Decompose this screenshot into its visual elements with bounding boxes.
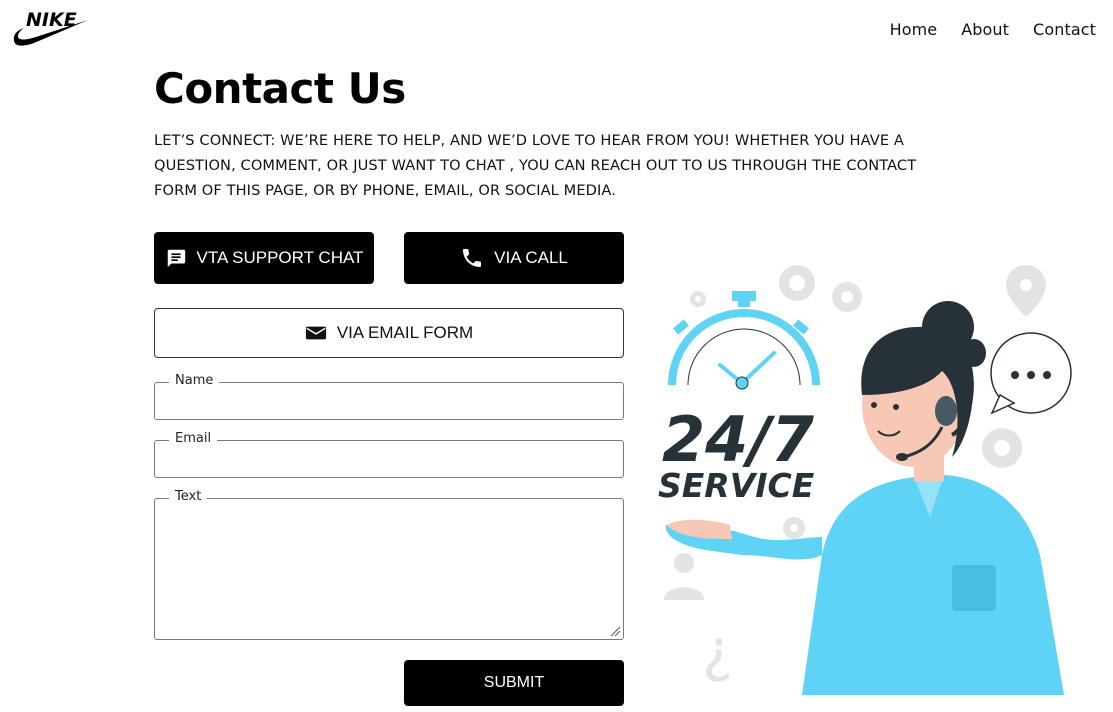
name-label: Name <box>169 373 220 388</box>
nike-logo[interactable]: NIKE <box>12 4 90 48</box>
nav-contact-link[interactable]: Contact <box>1033 20 1096 39</box>
submit-button[interactable]: SUBMIT <box>404 660 624 706</box>
intro-line: QUESTION, COMMENT, OR JUST WANT TO CHAT … <box>154 157 917 174</box>
intro-line: LET’S CONNECT: WE’RE HERE TO HELP, AND W… <box>154 132 904 149</box>
page-title: Contact Us <box>154 64 406 113</box>
email-label: Email <box>169 431 218 446</box>
phone-icon <box>463 249 482 267</box>
submit-label: SUBMIT <box>483 674 545 691</box>
gear-icon <box>783 517 805 539</box>
nav-about-link[interactable]: About <box>961 20 1009 39</box>
customer-service-illustration: 24/7 SERVICE ¿ <box>658 265 1072 695</box>
nav-home-link[interactable]: Home <box>890 20 938 39</box>
service-label-text: SERVICE <box>658 466 815 505</box>
resize-grip-icon[interactable] <box>609 625 621 637</box>
intro-text: LET’S CONNECT: WE’RE HERE TO HELP, AND W… <box>154 128 954 203</box>
stopwatch-icon <box>668 291 820 390</box>
mail-icon <box>305 326 326 340</box>
name-field: Name <box>154 373 624 420</box>
speech-bubble-icon <box>990 332 1072 415</box>
email-input[interactable] <box>155 441 623 477</box>
email-form-button[interactable]: VIA EMAIL FORM <box>154 308 624 358</box>
support-chat-button[interactable]: VTA SUPPORT CHAT <box>154 232 374 284</box>
message-icon <box>167 249 185 268</box>
gear-icon <box>690 291 706 307</box>
intro-line: FORM OF THIS PAGE, OR BY PHONE, EMAIL, O… <box>154 182 616 199</box>
text-input[interactable] <box>155 499 623 639</box>
question-mark-icon: ¿ <box>702 616 733 684</box>
gear-icon <box>982 428 1022 468</box>
gear-icon <box>832 282 862 312</box>
call-label: VIA CALL <box>494 248 568 267</box>
user-icon <box>664 553 704 600</box>
text-field: Text <box>154 489 624 640</box>
gear-icon <box>779 265 815 301</box>
email-form-label: VIA EMAIL FORM <box>336 323 474 342</box>
email-field: Email <box>154 431 624 478</box>
main-nav: Home About Contact <box>890 20 1096 39</box>
name-input[interactable] <box>155 383 623 419</box>
call-button[interactable]: VIA CALL <box>404 232 624 284</box>
support-chat-label: VTA SUPPORT CHAT <box>196 248 364 267</box>
text-label: Text <box>169 489 208 504</box>
